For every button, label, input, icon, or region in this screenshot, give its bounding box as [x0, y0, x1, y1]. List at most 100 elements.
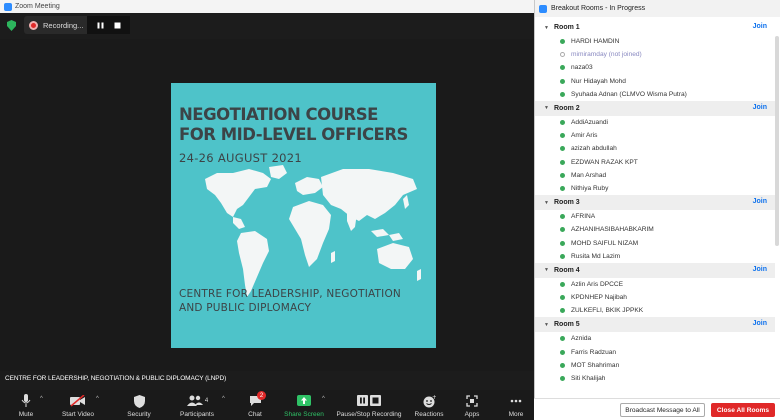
reactions-button[interactable]: + Reactions	[412, 390, 446, 420]
apps-label: Apps	[464, 411, 480, 418]
room-header[interactable]: ▼ Room 1 Join	[535, 20, 775, 35]
participant-name: Rusita Md Lazim	[571, 252, 621, 260]
stop-icon	[114, 22, 120, 28]
status-dot-icon	[560, 281, 565, 287]
window-titlebar: Zoom Meeting	[0, 0, 534, 13]
panel-title: Breakout Rooms - In Progress	[551, 5, 646, 12]
join-room-button[interactable]: Join	[753, 23, 767, 30]
collapse-chevron-icon[interactable]: ▼	[544, 25, 554, 31]
participant-row: Aznida	[535, 332, 775, 345]
participants-options-chevron-icon[interactable]: ^	[222, 396, 225, 402]
slide-date: 24-26 AUGUST 2021	[179, 151, 303, 165]
participant-row: Amir Aris	[535, 129, 775, 142]
participants-button[interactable]: 4 Participants	[176, 390, 218, 420]
zoom-logo-icon	[539, 4, 547, 13]
participant-name: AZHANIHASIBAHABKARIM	[571, 226, 654, 234]
participant-name: Nithiya Ruby	[571, 184, 609, 192]
more-dots-icon	[510, 399, 522, 403]
recording-label: Recording...	[43, 20, 84, 30]
security-shield-icon[interactable]	[7, 20, 16, 31]
stop-recording-button[interactable]	[104, 16, 130, 34]
status-dot-icon	[560, 253, 565, 259]
participant-name: Aznida	[571, 335, 592, 343]
participant-row: EZDWAN RAZAK KPT	[535, 156, 775, 169]
participant-name: MOHD SAIFUL NIZAM	[571, 239, 639, 247]
status-dot-icon	[560, 227, 565, 233]
more-button[interactable]: More	[502, 390, 530, 420]
status-dot-icon	[560, 65, 565, 71]
share-options-chevron-icon[interactable]: ^	[322, 396, 325, 402]
status-dot-icon	[560, 240, 565, 246]
room-header[interactable]: ▼ Room 5 Join	[535, 317, 775, 333]
broadcast-message-button[interactable]: Broadcast Message to All	[620, 403, 705, 417]
recording-bar: Recording...	[0, 13, 534, 39]
collapse-chevron-icon[interactable]: ▼	[544, 200, 554, 206]
start-video-label: Start Video	[61, 411, 95, 418]
join-room-button[interactable]: Join	[753, 320, 767, 327]
slide-footer: CENTRE FOR LEADERSHIP, NEGOTIATION AND P…	[179, 287, 401, 315]
slide-title: NEGOTIATION COURSE FOR MID-LEVEL OFFICER…	[179, 105, 408, 145]
status-dot-icon	[560, 214, 565, 220]
pause-stop-recording-label: Pause/Stop Recording	[336, 411, 402, 418]
security-button[interactable]: Security	[122, 390, 156, 420]
collapse-chevron-icon[interactable]: ▼	[544, 105, 554, 111]
participant-row: AFRINA	[535, 210, 775, 223]
audio-options-chevron-icon[interactable]: ^	[40, 396, 43, 402]
participant-row: Farris Radzuan	[535, 346, 775, 359]
collapse-chevron-icon[interactable]: ▼	[544, 267, 554, 273]
participant-name: naza03	[571, 64, 593, 72]
apps-button[interactable]: Apps	[458, 390, 486, 420]
participants-icon	[186, 395, 203, 406]
share-screen-button[interactable]: Share Screen	[282, 390, 326, 420]
start-video-button[interactable]: Start Video	[58, 390, 98, 420]
video-options-chevron-icon[interactable]: ^	[96, 396, 99, 402]
join-room-button[interactable]: Join	[753, 198, 767, 205]
participant-row: Siti Khalijah	[535, 372, 775, 385]
breakout-rooms-panel: Breakout Rooms - In Progress ▼ Room 1 Join…	[534, 0, 780, 420]
collapse-chevron-icon[interactable]: ▼	[544, 322, 554, 328]
close-all-rooms-button[interactable]: Close All Rooms	[711, 403, 775, 417]
participant-row: KPDNHEP Najibah	[535, 291, 775, 304]
video-off-icon	[70, 395, 85, 407]
join-room-button[interactable]: Join	[753, 104, 767, 111]
participant-row: AddiAzuandi	[535, 116, 775, 129]
zoom-logo-icon	[4, 2, 12, 11]
room-name: Room 2	[554, 104, 580, 112]
shield-icon	[133, 394, 145, 408]
room-header[interactable]: ▼ Room 2 Join	[535, 100, 775, 116]
participant-name: ZULKEFLI, BKIK JPPKK	[571, 307, 644, 315]
participant-name: EZDWAN RAZAK KPT	[571, 158, 638, 166]
meeting-toolbar: Mute ^ Start Video ^ Security 4 Particip…	[0, 390, 534, 420]
slide-title-line1: NEGOTIATION COURSE	[179, 105, 378, 124]
pause-stop-recording-button[interactable]: Pause/Stop Recording	[334, 390, 404, 420]
slide-footer-line1: CENTRE FOR LEADERSHIP, NEGOTIATION	[179, 288, 401, 300]
participants-count: 4	[204, 398, 209, 404]
status-dot-icon	[560, 120, 565, 126]
room-header[interactable]: ▼ Room 4 Join	[535, 262, 775, 278]
status-dot-icon	[560, 78, 565, 84]
status-dot-icon	[560, 185, 565, 191]
participants-label: Participants	[180, 411, 214, 418]
chat-unread-badge: 2	[257, 391, 266, 400]
rooms-list: ▼ Room 1 Join HARDI HAMDIN mimiramday (not j…	[535, 20, 775, 385]
status-dot-icon	[560, 362, 565, 368]
zoom-meeting-window: Zoom Meeting Recording... NEGOTIATION CO…	[0, 0, 534, 420]
room-header[interactable]: ▼ Room 3 Join	[535, 195, 775, 211]
room-name: Room 1	[554, 24, 580, 31]
slide-footer-line2: AND PUBLIC DIPLOMACY	[179, 302, 312, 314]
smiley-icon: +	[423, 395, 436, 407]
panel-scrollbar[interactable]	[775, 36, 779, 246]
participant-name: KPDNHEP Najibah	[571, 294, 627, 302]
mute-button[interactable]: Mute	[10, 390, 42, 420]
participant-name: HARDI HAMDIN	[571, 38, 620, 46]
participant-name: Man Arshad	[571, 171, 607, 179]
participant-name: AFRINA	[571, 213, 596, 221]
participant-name: azizah abdullah	[571, 145, 617, 153]
participant-row: Nur Hidayah Mohd	[535, 75, 775, 88]
room-name: Room 3	[554, 199, 580, 207]
participant-row: azizah abdullah	[535, 142, 775, 155]
room-name: Room 5	[554, 321, 580, 329]
join-room-button[interactable]: Join	[753, 266, 767, 273]
participant-row: naza03	[535, 61, 775, 74]
participant-name: mimiramday (not joined)	[571, 51, 642, 59]
